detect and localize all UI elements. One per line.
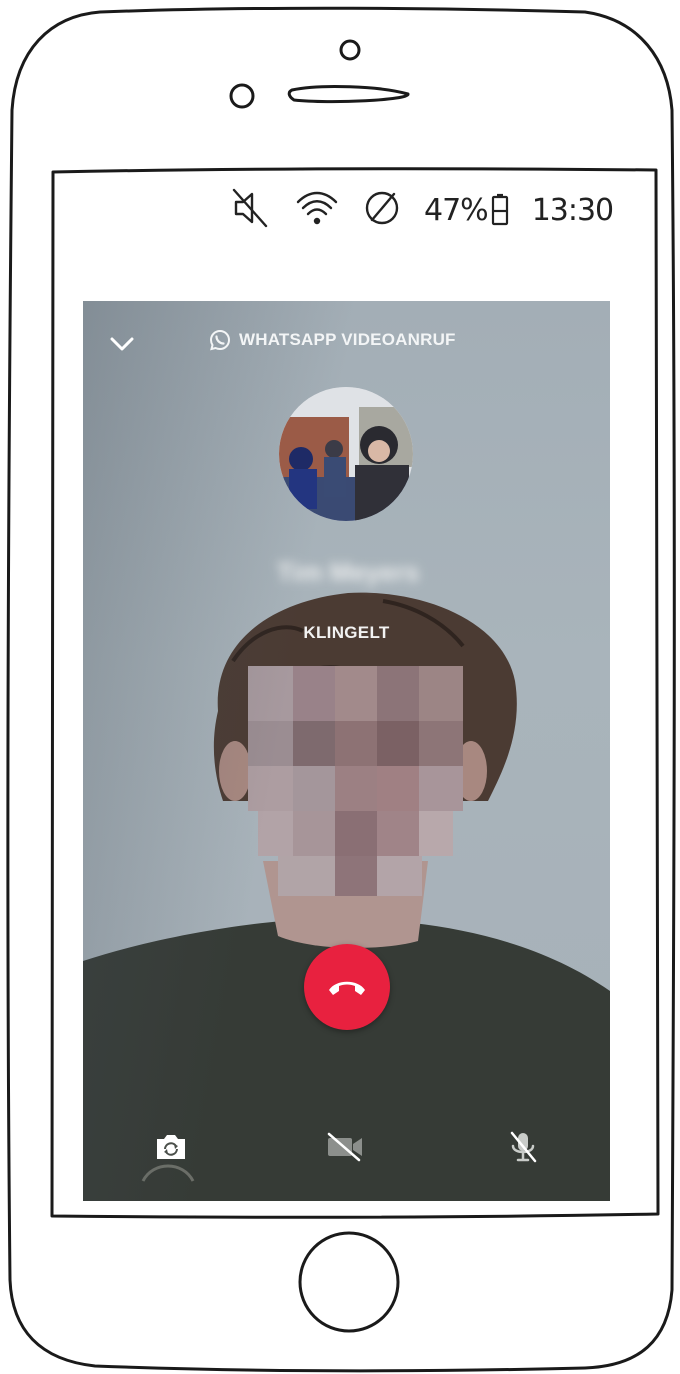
- mute-icon: [230, 186, 272, 235]
- battery-icon: [491, 193, 508, 226]
- switch-camera-button[interactable]: [151, 1129, 191, 1165]
- mute-button[interactable]: [503, 1129, 543, 1165]
- video-toggle-button[interactable]: [325, 1129, 365, 1165]
- end-call-button[interactable]: [304, 944, 390, 1030]
- video-off-icon: [327, 1132, 362, 1162]
- call-status: KLINGELT: [303, 623, 390, 642]
- clock: 13:30: [531, 192, 614, 228]
- battery-level: 47%: [424, 192, 489, 228]
- end-call-icon: [329, 981, 365, 995]
- call-type-text: WHATSAPP VIDEOANRUF: [239, 330, 456, 349]
- chevron-down-icon[interactable]: [107, 331, 137, 355]
- no-disturb-icon: [362, 188, 402, 233]
- video-call-screen: WHATSAPP VIDEOANRUF Tim Meyers KLINGELT: [83, 301, 610, 1201]
- status-bar: 47% 13:30: [230, 185, 650, 235]
- whatsapp-icon: [209, 329, 231, 351]
- call-type-label: WHATSAPP VIDEOANRUF: [209, 329, 456, 351]
- wifi-icon: [294, 188, 340, 233]
- switch-camera-icon: [157, 1135, 185, 1159]
- contact-name: Tim Meyers: [276, 557, 420, 587]
- mic-off-icon: [510, 1131, 537, 1163]
- call-header: WHATSAPP VIDEOANRUF: [83, 321, 610, 361]
- battery-status: 47%: [424, 193, 510, 228]
- contact-avatar: [279, 387, 413, 521]
